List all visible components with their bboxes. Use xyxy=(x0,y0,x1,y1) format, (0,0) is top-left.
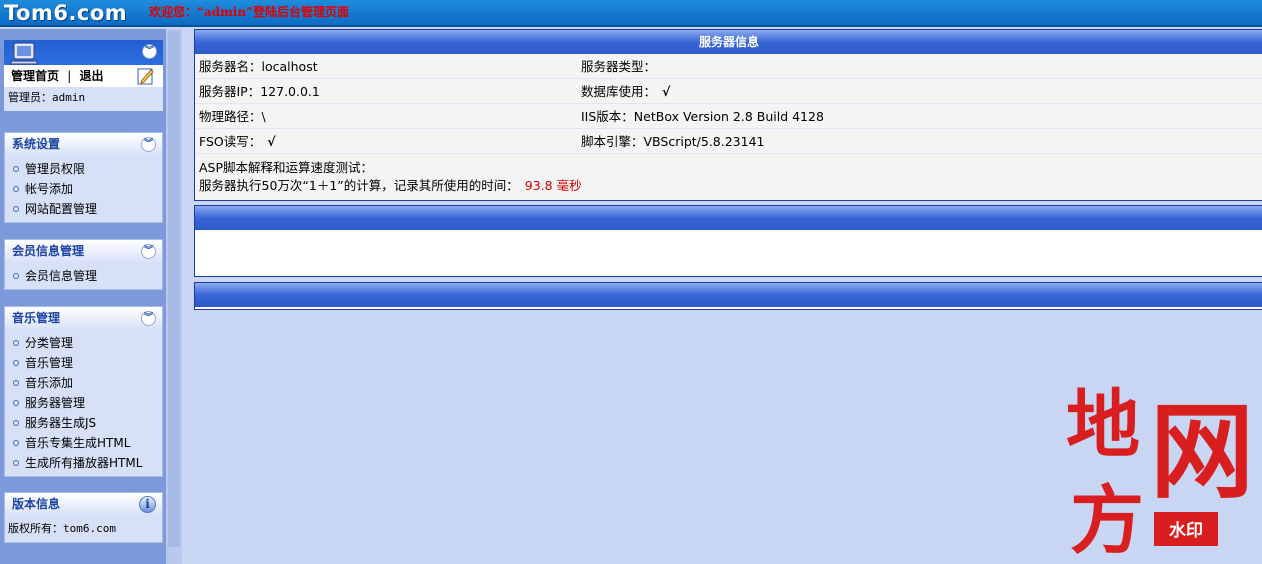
section-items: 会员信息管理 xyxy=(5,263,162,289)
watermark-char: 地 xyxy=(1066,382,1140,468)
bullet-icon xyxy=(13,460,19,466)
bullet-icon xyxy=(13,400,19,406)
bullet-icon xyxy=(13,340,19,346)
section-header[interactable]: 会员信息管理 ︾ xyxy=(5,240,162,263)
physical-path: 物理路径：\ xyxy=(199,109,266,124)
collapse-chevron-icon[interactable]: ︾ xyxy=(141,244,156,259)
section-items: 版权所有：tom6.com xyxy=(5,516,162,542)
section-header[interactable]: 系统设置 ︾ xyxy=(5,133,162,156)
bullet-icon xyxy=(13,440,19,446)
bullet-icon xyxy=(13,206,19,212)
sidebar-item-site-config[interactable]: 网站配置管理 xyxy=(5,199,162,219)
sidebar-item-member-info[interactable]: 会员信息管理 xyxy=(5,266,162,286)
bullet-icon xyxy=(13,380,19,386)
info-row: 物理路径：\ IIS版本：NetBox Version 2.8 Build 41… xyxy=(195,104,1262,129)
section-header[interactable]: 音乐管理 ︾ xyxy=(5,307,162,330)
sidebar-item-category[interactable]: 分类管理 xyxy=(5,333,162,353)
section-items: 分类管理 音乐管理 音乐添加 服务器管理 服务器生成JS 音乐专集生成HTML … xyxy=(5,330,162,476)
sidebar-scrollbar[interactable] xyxy=(166,29,182,564)
section-music-management: 音乐管理 ︾ 分类管理 音乐管理 音乐添加 服务器管理 服务器生成JS 音乐专集… xyxy=(4,306,163,477)
info-row: 服务器名：localhost 服务器类型： xyxy=(195,54,1262,79)
welcome-message: 欢迎您：“admin”登陆后台管理页面 xyxy=(149,5,349,19)
section-member-info: 会员信息管理 ︾ 会员信息管理 xyxy=(4,239,163,290)
logout-link[interactable]: 退出 xyxy=(79,69,103,83)
link-separator: | xyxy=(67,69,72,83)
bullet-icon xyxy=(13,420,19,426)
sidebar-item-server-js[interactable]: 服务器生成JS xyxy=(5,413,162,433)
bullet-icon xyxy=(13,166,19,172)
admin-links: 管理首页 | 退出 xyxy=(11,65,103,87)
speed-value: 93.8 毫秒 xyxy=(524,178,582,193)
server-name: 服务器名：localhost xyxy=(199,59,318,74)
bullet-icon xyxy=(13,186,19,192)
section-items: 管理员权限 帐号添加 网站配置管理 xyxy=(5,156,162,222)
sidebar: ︾ 管理首页 | 退出 管理员：admin 系统设置 ︾ 管理员权限 帐号添加 … xyxy=(0,29,182,564)
admin-user-label: 管理员：admin xyxy=(4,87,163,111)
bullet-icon xyxy=(13,273,19,279)
database-usage: 数据库使用： √ xyxy=(581,84,671,99)
server-info-title: 服务器信息 xyxy=(698,35,759,49)
watermark-char: 网 xyxy=(1150,390,1254,513)
section-header: 版本信息 i xyxy=(5,493,162,516)
server-info-panel: 服务器信息 服务器名：localhost 服务器类型： 服务器IP：127.0.… xyxy=(194,29,1262,201)
sidebar-item-add-music[interactable]: 音乐添加 xyxy=(5,373,162,393)
server-type: 服务器类型： xyxy=(581,59,657,74)
info-row: FSO读写： √ 脚本引擎：VBScript/5.8.23141 xyxy=(195,129,1262,154)
section-title: 系统设置 xyxy=(12,137,61,151)
collapse-admin-chevron-icon[interactable]: ︾ xyxy=(142,44,157,59)
fso-rw: FSO读写： √ xyxy=(199,134,276,149)
copyright-text: 版权所有：tom6.com xyxy=(8,522,116,535)
server-ip: 服务器IP：127.0.0.1 xyxy=(199,84,320,99)
script-engine: 脚本引擎：VBScript/5.8.23141 xyxy=(581,134,765,149)
server-info-header: 服务器信息 xyxy=(195,30,1262,54)
admin-links-row: 管理首页 | 退出 xyxy=(4,65,163,87)
sidebar-item-album-html[interactable]: 音乐专集生成HTML xyxy=(5,433,162,453)
watermark-char: 方 xyxy=(1070,478,1144,560)
speed-test-title: ASP脚本解释和运算速度测试： xyxy=(199,160,374,175)
sidebar-item-server[interactable]: 服务器管理 xyxy=(5,393,162,413)
sidebar-item-add-account[interactable]: 帐号添加 xyxy=(5,179,162,199)
section-system-settings: 系统设置 ︾ 管理员权限 帐号添加 网站配置管理 xyxy=(4,132,163,223)
collapse-chevron-icon[interactable]: ︾ xyxy=(141,311,156,326)
sidebar-item-music[interactable]: 音乐管理 xyxy=(5,353,162,373)
iis-version: IIS版本：NetBox Version 2.8 Build 4128 xyxy=(581,109,824,124)
watermark-tag: 水印 xyxy=(1169,520,1203,541)
footer-panel xyxy=(194,282,1262,310)
sidebar-item-admin-permissions[interactable]: 管理员权限 xyxy=(5,159,162,179)
info-icon: i xyxy=(139,496,156,513)
scrollbar-thumb[interactable] xyxy=(168,31,180,547)
speed-test: ASP脚本解释和运算速度测试： 服务器执行50万次“1＋1”的计算，记录其所使用… xyxy=(195,154,1262,200)
check-icon: √ xyxy=(662,84,671,99)
check-icon: √ xyxy=(267,134,276,149)
sidebar-item-player-html[interactable]: 生成所有播放器HTML xyxy=(5,453,162,473)
empty-panel xyxy=(194,205,1262,277)
collapse-chevron-icon[interactable]: ︾ xyxy=(141,137,156,152)
section-title: 会员信息管理 xyxy=(12,244,85,258)
admin-panel-header: ︾ xyxy=(4,40,163,65)
admin-computer-icon xyxy=(9,42,39,65)
edit-icon[interactable] xyxy=(137,67,155,85)
section-version-info: 版本信息 i 版权所有：tom6.com xyxy=(4,492,163,543)
site-logo[interactable]: Tom6.com xyxy=(4,0,127,27)
admin-panel: ︾ 管理首页 | 退出 管理员：admin xyxy=(4,40,163,111)
home-link[interactable]: 管理首页 xyxy=(11,69,59,83)
info-row: 服务器IP：127.0.0.1 数据库使用： √ xyxy=(195,79,1262,104)
bullet-icon xyxy=(13,360,19,366)
watermark-logo: 地 方 网 水印 xyxy=(1066,382,1254,560)
footer-panel-header xyxy=(195,283,1262,307)
top-bar: Tom6.com 欢迎您：“admin”登陆后台管理页面 xyxy=(0,0,1262,27)
speed-test-line: 服务器执行50万次“1＋1”的计算，记录其所使用的时间： 93.8 毫秒 xyxy=(199,178,582,193)
sidebar-content: ︾ 管理首页 | 退出 管理员：admin 系统设置 ︾ 管理员权限 帐号添加 … xyxy=(0,29,166,564)
section-title: 版本信息 xyxy=(12,497,61,511)
empty-panel-header xyxy=(195,206,1262,230)
section-title: 音乐管理 xyxy=(12,311,61,325)
